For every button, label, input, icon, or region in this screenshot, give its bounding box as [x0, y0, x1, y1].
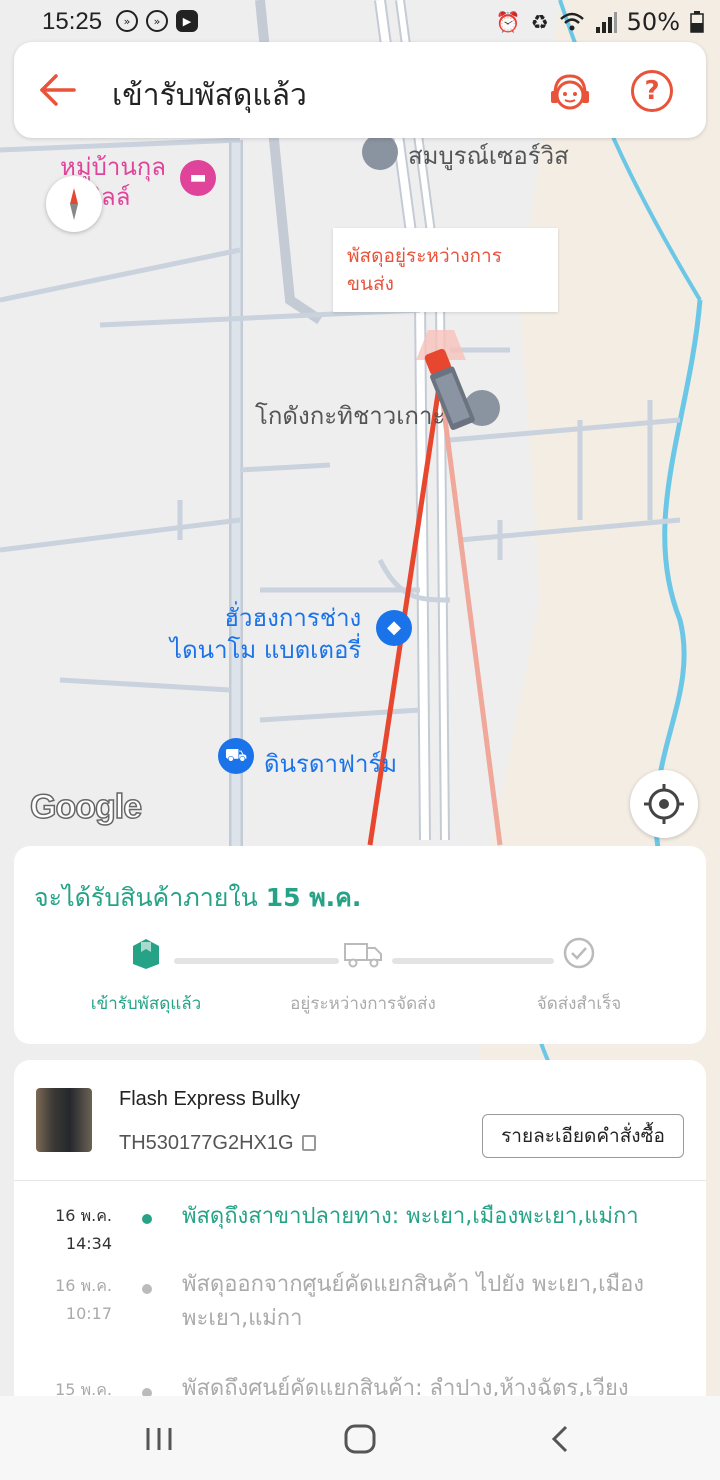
- app-bar: เข้ารับพัสดุแล้ว ?: [14, 42, 706, 138]
- event-date: 16 พ.ค. 10:17: [55, 1276, 112, 1323]
- status-time: 15:25: [42, 8, 103, 35]
- my-location-button[interactable]: [630, 770, 698, 838]
- step-label: เข้ารับพัสดุแล้ว: [90, 994, 202, 1014]
- home-icon[interactable]: [343, 1424, 377, 1454]
- tooltip-text: พัสดุอยู่ระหว่างการขนส่ง: [347, 245, 502, 295]
- truck-marker-icon[interactable]: [404, 310, 484, 440]
- eta-prefix: จะได้รับสินค้าภายใน: [34, 883, 266, 912]
- help-button[interactable]: ?: [631, 70, 673, 112]
- product-thumbnail: [36, 1088, 92, 1152]
- signal-icon: [595, 12, 617, 33]
- crosshair-icon: [644, 784, 684, 824]
- compass-button[interactable]: [46, 176, 102, 232]
- media-control-icon: »: [146, 10, 168, 32]
- status-icons-left: » » ▶: [116, 10, 198, 32]
- recent-apps-icon[interactable]: [144, 1424, 174, 1454]
- carrier-name: Flash Express Bulky: [119, 1088, 301, 1110]
- media-control-icon: »: [116, 10, 138, 32]
- order-details-button[interactable]: รายละเอียดคำสั่งซื้อ: [482, 1114, 684, 1158]
- delivery-status-card: จะได้รับสินค้าภายใน 15 พ.ค. เข้ารับพัสดุ…: [14, 846, 706, 1044]
- map-pin-hotel-icon[interactable]: ▬: [180, 160, 216, 196]
- alarm-icon: ⏰: [495, 10, 521, 34]
- map-label-service: สมบูรณ์เซอร์วิส: [408, 142, 569, 170]
- back-button[interactable]: [36, 68, 80, 112]
- copy-icon[interactable]: [301, 1135, 316, 1151]
- map-pin-service[interactable]: [362, 134, 398, 170]
- support-button[interactable]: [547, 70, 593, 116]
- step-delivered: จัดส่งสำเร็จ: [474, 936, 684, 1017]
- tracking-text: TH530177G2HX1G: [119, 1132, 294, 1154]
- map-pin-cart-icon[interactable]: ⛟: [218, 738, 254, 774]
- step-label: อยู่ระหว่างการจัดส่ง: [290, 994, 436, 1014]
- battery-icon: [690, 11, 704, 33]
- event-dot: [142, 1214, 152, 1224]
- event-text: พัสดุออกจากศูนย์คัดแยกสินค้า ไปยัง พะเยา…: [182, 1272, 645, 1331]
- package-icon: [133, 939, 159, 969]
- divider: [14, 1180, 706, 1181]
- back-arrow-icon: [40, 74, 76, 106]
- event-text: พัสดุถึงสาขาปลายทาง: พะเยา,เมืองพะเยา,แม…: [182, 1204, 639, 1229]
- compass-icon: [70, 188, 78, 220]
- map-label-farm: ดินรดาฟาร์ม: [264, 750, 398, 778]
- recycle-icon: ♻: [530, 10, 549, 34]
- battery-text: 50%: [626, 8, 680, 36]
- map-label-shop: ฮั่วฮงการช่าง ไดนาโม แบตเตอรี่: [170, 604, 362, 664]
- page-title: เข้ารับพัสดุแล้ว: [112, 78, 307, 113]
- wifi-icon: [559, 12, 584, 31]
- event-dot: [142, 1284, 152, 1294]
- map-pin-shop-icon[interactable]: ◆: [376, 610, 412, 646]
- step-picked-up: เข้ารับพัสดุแล้ว: [41, 936, 251, 1017]
- system-nav-bar: [0, 1396, 720, 1480]
- status-icons-right: ⏰ ♻ 50%: [496, 8, 704, 36]
- step-in-transit: อยู่ระหว่างการจัดส่ง: [258, 936, 468, 1017]
- customer-support-icon: [551, 74, 589, 110]
- back-nav-icon[interactable]: [548, 1424, 572, 1454]
- google-logo: Google: [29, 787, 143, 827]
- truck-icon: [344, 943, 382, 968]
- event-date: 16 พ.ค. 14:34: [55, 1206, 112, 1253]
- eta-date: 15 พ.ค.: [265, 883, 362, 912]
- play-icon: ▶: [176, 10, 198, 32]
- eta-text: จะได้รับสินค้าภายใน 15 พ.ค.: [34, 878, 361, 918]
- status-bar: 15:25 » » ▶ ⏰ ♻ 50%: [0, 0, 720, 44]
- map-tooltip: พัสดุอยู่ระหว่างการขนส่ง: [333, 228, 558, 312]
- step-label: จัดส่งสำเร็จ: [536, 994, 622, 1014]
- tracking-number[interactable]: TH530177G2HX1G: [119, 1132, 316, 1155]
- check-circle-icon: [563, 937, 595, 969]
- shipment-detail-card: Flash Express Bulky TH530177G2HX1G รายละ…: [14, 1060, 706, 1401]
